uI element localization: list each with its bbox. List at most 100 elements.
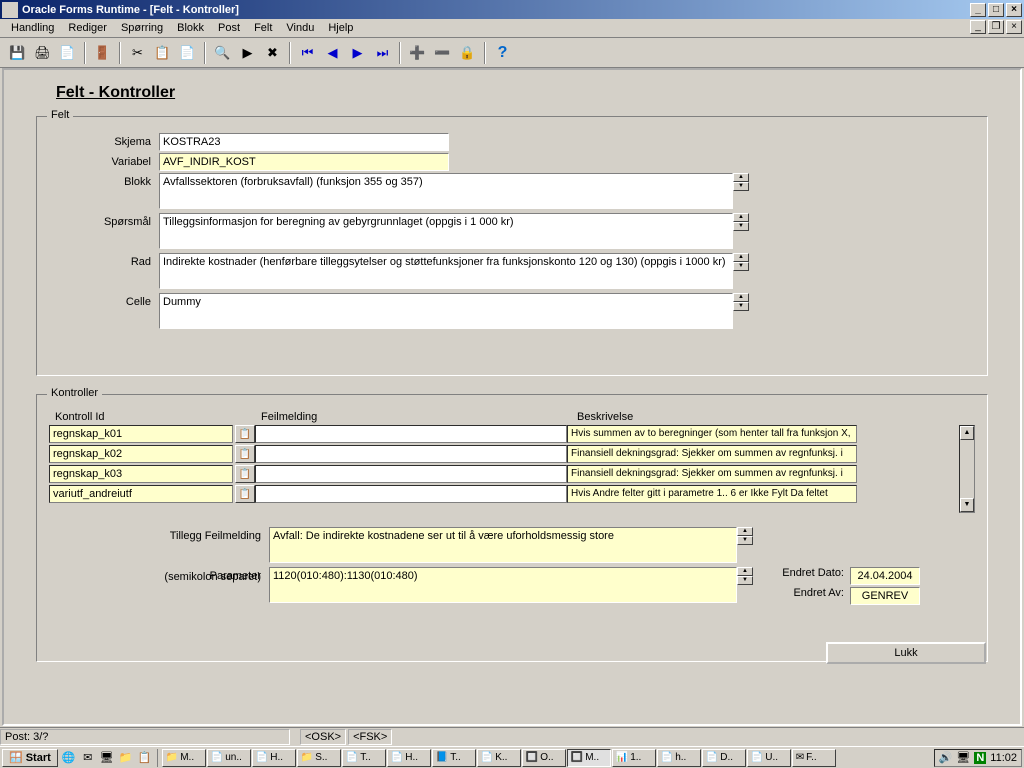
taskbar-task[interactable]: 📁S.. bbox=[297, 749, 341, 767]
tray-n-icon[interactable]: N bbox=[974, 752, 986, 764]
paste-icon[interactable]: 📄 bbox=[176, 42, 199, 64]
sporsmal-field[interactable]: Tilleggsinformasjon for beregning av geb… bbox=[159, 213, 733, 249]
endret-dato-label: Endret Dato: bbox=[775, 567, 850, 585]
sporsmal-down-icon[interactable]: ▼ bbox=[733, 222, 749, 231]
tillegg-field[interactable]: Avfall: De indirekte kostnadene ser ut t… bbox=[269, 527, 737, 563]
celle-up-icon[interactable]: ▲ bbox=[733, 293, 749, 302]
param-field[interactable]: 1120(010:480):1130(010:480) bbox=[269, 567, 737, 603]
sporsmal-up-icon[interactable]: ▲ bbox=[733, 213, 749, 222]
exit-icon[interactable]: 🚪 bbox=[91, 42, 114, 64]
next-record-icon[interactable]: ▶ bbox=[346, 42, 369, 64]
print-setup-icon[interactable]: 📄 bbox=[56, 42, 79, 64]
cut-icon[interactable]: ✂ bbox=[126, 42, 149, 64]
kontroll-id-field[interactable]: regnskap_k03 bbox=[49, 465, 233, 483]
minimize-button[interactable]: _ bbox=[970, 3, 986, 17]
save-icon[interactable]: 💾 bbox=[6, 42, 29, 64]
taskbar-task[interactable]: 📄h.. bbox=[657, 749, 701, 767]
taskbar-task[interactable]: 🔲O.. bbox=[522, 749, 566, 767]
menu-post[interactable]: Post bbox=[211, 20, 247, 36]
taskbar-task[interactable]: 📘T.. bbox=[432, 749, 476, 767]
kontroll-id-field[interactable]: variutf_andreiutf bbox=[49, 485, 233, 503]
endret-dato-field: 24.04.2004 bbox=[850, 567, 920, 585]
kontroll-lookup-button[interactable]: 📋 bbox=[235, 465, 255, 483]
mdi-restore-button[interactable]: ❐ bbox=[988, 20, 1004, 34]
param-down-icon[interactable]: ▼ bbox=[737, 576, 753, 585]
rad-label: Rad bbox=[49, 253, 159, 289]
kontroll-lookup-button[interactable]: 📋 bbox=[235, 425, 255, 443]
param-up-icon[interactable]: ▲ bbox=[737, 567, 753, 576]
ql-outlook-icon[interactable]: ✉ bbox=[79, 749, 97, 767]
query-execute-icon[interactable]: ▶ bbox=[236, 42, 259, 64]
maximize-button[interactable]: □ bbox=[988, 3, 1004, 17]
kontroll-lookup-button[interactable]: 📋 bbox=[235, 485, 255, 503]
lukk-button[interactable]: Lukk bbox=[826, 642, 986, 664]
mdi-minimize-button[interactable]: _ bbox=[970, 20, 986, 34]
variabel-label: Variabel bbox=[49, 153, 159, 171]
last-record-icon[interactable]: ⏭ bbox=[371, 42, 394, 64]
print-icon[interactable]: 🖨 bbox=[31, 42, 54, 64]
tray-icon-2[interactable]: 🖥 bbox=[956, 751, 970, 764]
taskbar-task[interactable]: ✉F.. bbox=[792, 749, 836, 767]
menu-rediger[interactable]: Rediger bbox=[61, 20, 114, 36]
celle-field[interactable]: Dummy bbox=[159, 293, 733, 329]
remove-record-icon[interactable]: ➖ bbox=[431, 42, 454, 64]
ql-explorer-icon[interactable]: 📁 bbox=[117, 749, 135, 767]
feilmelding-field[interactable] bbox=[255, 465, 567, 483]
taskbar-task[interactable]: 📄U.. bbox=[747, 749, 791, 767]
ql-app-icon[interactable]: 📋 bbox=[136, 749, 154, 767]
menu-vindu[interactable]: Vindu bbox=[279, 20, 321, 36]
rad-up-icon[interactable]: ▲ bbox=[733, 253, 749, 262]
tray-icon-1[interactable]: 🔊 bbox=[939, 751, 953, 764]
feilmelding-field[interactable] bbox=[255, 425, 567, 443]
query-enter-icon[interactable]: 🔍 bbox=[211, 42, 234, 64]
scroll-up-icon[interactable]: ▲ bbox=[960, 426, 974, 440]
menu-felt[interactable]: Felt bbox=[247, 20, 279, 36]
variabel-field[interactable]: AVF_INDIR_KOST bbox=[159, 153, 449, 171]
copy-icon[interactable]: 📋 bbox=[151, 42, 174, 64]
taskbar-task[interactable]: 📄H.. bbox=[387, 749, 431, 767]
quick-launch: 🌐 ✉ 🖥 📁 📋 bbox=[60, 749, 158, 767]
query-cancel-icon[interactable]: ✖ bbox=[261, 42, 284, 64]
lock-record-icon[interactable]: 🔒 bbox=[456, 42, 479, 64]
ql-desktop-icon[interactable]: 🖥 bbox=[98, 749, 116, 767]
feilmelding-field[interactable] bbox=[255, 445, 567, 463]
taskbar-task[interactable]: 📄T.. bbox=[342, 749, 386, 767]
menu-hjelp[interactable]: Hjelp bbox=[321, 20, 360, 36]
menu-sporring[interactable]: Spørring bbox=[114, 20, 170, 36]
taskbar-task[interactable]: 📊1.. bbox=[612, 749, 656, 767]
close-button[interactable]: × bbox=[1006, 3, 1022, 17]
felt-legend: Felt bbox=[47, 109, 73, 121]
blokk-up-icon[interactable]: ▲ bbox=[733, 173, 749, 182]
app-icon bbox=[2, 2, 18, 18]
prev-record-icon[interactable]: ◀ bbox=[321, 42, 344, 64]
blokk-field[interactable]: Avfallssektoren (forbruksavfall) (funksj… bbox=[159, 173, 733, 209]
taskbar-task[interactable]: 📄K.. bbox=[477, 749, 521, 767]
tillegg-down-icon[interactable]: ▼ bbox=[737, 536, 753, 545]
rad-down-icon[interactable]: ▼ bbox=[733, 262, 749, 271]
kontroller-groupbox: Kontroller Kontroll Id Feilmelding Beskr… bbox=[36, 394, 988, 662]
first-record-icon[interactable]: ⏮ bbox=[296, 42, 319, 64]
skjema-field[interactable]: KOSTRA23 bbox=[159, 133, 449, 151]
kontroller-scrollbar[interactable]: ▲ ▼ bbox=[959, 425, 975, 513]
tillegg-up-icon[interactable]: ▲ bbox=[737, 527, 753, 536]
insert-record-icon[interactable]: ➕ bbox=[406, 42, 429, 64]
taskbar-task[interactable]: 📁M.. bbox=[162, 749, 206, 767]
scroll-down-icon[interactable]: ▼ bbox=[960, 498, 974, 512]
taskbar-task[interactable]: 📄un.. bbox=[207, 749, 251, 767]
help-icon[interactable]: ? bbox=[491, 42, 514, 64]
blokk-down-icon[interactable]: ▼ bbox=[733, 182, 749, 191]
rad-field[interactable]: Indirekte kostnader (henførbare tilleggs… bbox=[159, 253, 733, 289]
kontroll-lookup-button[interactable]: 📋 bbox=[235, 445, 255, 463]
feilmelding-field[interactable] bbox=[255, 485, 567, 503]
ql-ie-icon[interactable]: 🌐 bbox=[60, 749, 78, 767]
kontroll-id-field[interactable]: regnskap_k01 bbox=[49, 425, 233, 443]
menu-handling[interactable]: Handling bbox=[4, 20, 61, 36]
celle-down-icon[interactable]: ▼ bbox=[733, 302, 749, 311]
taskbar-task[interactable]: 🔲M.. bbox=[567, 749, 611, 767]
start-button[interactable]: 🪟 Start bbox=[2, 749, 58, 767]
taskbar-task[interactable]: 📄D.. bbox=[702, 749, 746, 767]
kontroll-id-field[interactable]: regnskap_k02 bbox=[49, 445, 233, 463]
menu-blokk[interactable]: Blokk bbox=[170, 20, 211, 36]
mdi-close-button[interactable]: × bbox=[1006, 20, 1022, 34]
taskbar-task[interactable]: 📄H.. bbox=[252, 749, 296, 767]
